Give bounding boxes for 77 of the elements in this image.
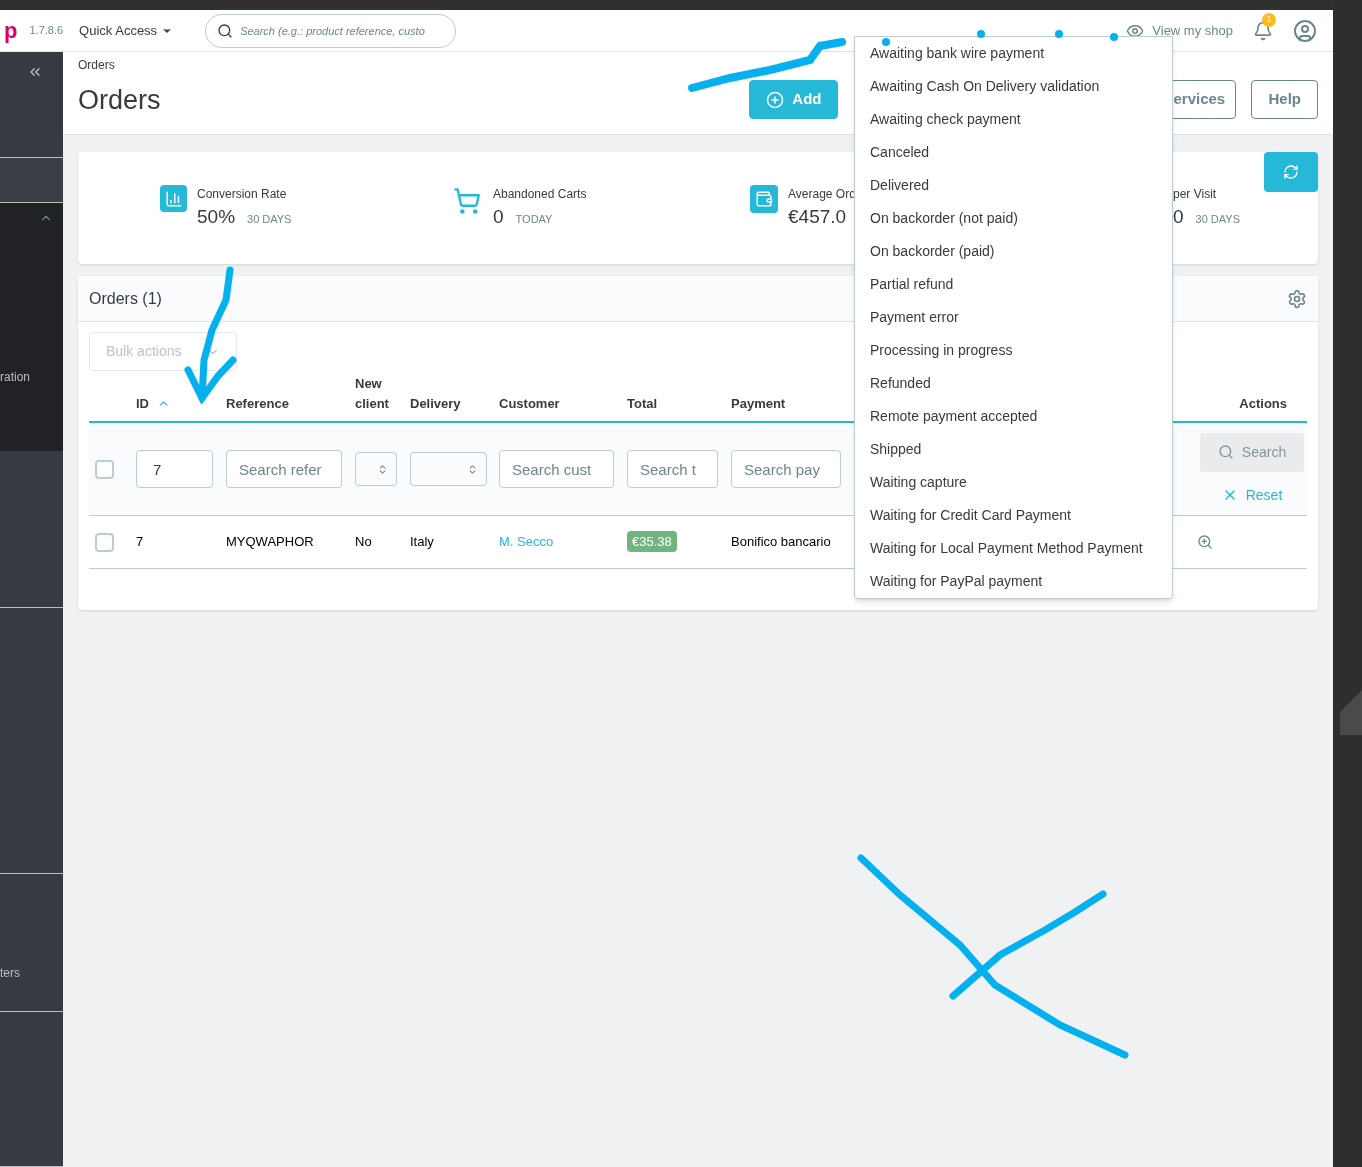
- dropdown-option[interactable]: Payment error: [855, 301, 1172, 334]
- table-cell-text: MYQWAPHOR: [226, 533, 315, 552]
- settings-icon[interactable]: [1287, 288, 1307, 309]
- quick-access-menu[interactable]: Quick Access: [79, 20, 174, 41]
- dropdown-option[interactable]: Canceled: [855, 136, 1172, 169]
- dropdown-option[interactable]: Waiting for Credit Card Payment: [855, 499, 1172, 532]
- sidebar-section[interactable]: [0, 158, 63, 203]
- payment-filter-field[interactable]: Search pay: [731, 450, 841, 488]
- customer-filter-field[interactable]: Search cust: [499, 450, 614, 488]
- search-field[interactable]: Search (e.g.: product reference, custo: [205, 13, 457, 48]
- column-header[interactable]: Total: [627, 393, 731, 413]
- marker-dot: [977, 30, 985, 38]
- refresh-icon: [1283, 164, 1299, 180]
- dropdown-option[interactable]: Waiting for Local Payment Method Payment: [855, 532, 1172, 565]
- table-cell-text: Italy: [410, 533, 435, 552]
- sidebar-item[interactable]: ters: [0, 964, 63, 982]
- kpi-label: per Visit: [1173, 186, 1218, 203]
- zoom-in-icon[interactable]: [1197, 534, 1213, 550]
- refresh-button[interactable]: [1264, 152, 1318, 192]
- reference-filter-field[interactable]: Search refer: [226, 450, 342, 488]
- column-header[interactable]: ID: [136, 393, 226, 413]
- sidebar-item[interactable]: ration: [0, 368, 63, 386]
- kpi-label: Abandoned Carts: [493, 186, 587, 203]
- panel-title: Orders (1): [89, 288, 162, 309]
- dropdown-option[interactable]: Delivered: [855, 169, 1172, 202]
- total-badge: €35.38: [627, 531, 677, 553]
- version-label: 1.7.8.6: [29, 23, 64, 39]
- table-cell-text: No: [355, 533, 373, 552]
- kpi-value: €457.0: [788, 205, 847, 229]
- row-checkbox[interactable]: [95, 532, 114, 552]
- dropdown-option[interactable]: On backorder (not paid): [855, 202, 1172, 235]
- notification-badge: 1: [1262, 12, 1276, 27]
- new-client-select[interactable]: [355, 452, 397, 486]
- total-filter-field[interactable]: Search t: [627, 450, 718, 488]
- user-avatar-icon[interactable]: [1293, 18, 1317, 43]
- kpi-value: 0: [493, 205, 504, 229]
- marker-dot: [1110, 33, 1118, 41]
- dropdown-option[interactable]: Shipped: [855, 433, 1172, 466]
- kpi-period: 30 DAYS: [1195, 212, 1240, 227]
- dropdown-option[interactable]: Waiting for PayPal payment: [855, 565, 1172, 598]
- dropdown-option[interactable]: Partial refund: [855, 268, 1172, 301]
- column-header[interactable]: New client: [355, 374, 410, 413]
- dropdown-option[interactable]: On backorder (paid): [855, 235, 1172, 268]
- up-down-icon: [377, 463, 388, 475]
- column-header[interactable]: Actions: [1175, 393, 1307, 413]
- dropdown-option[interactable]: Processing in progress: [855, 334, 1172, 367]
- marker-dot: [882, 38, 890, 46]
- wallet-icon: [750, 185, 778, 213]
- logo: p: [4, 19, 18, 42]
- dropdown-option[interactable]: Remote payment accepted: [855, 400, 1172, 433]
- kpi-period: TODAY: [515, 212, 553, 227]
- sidebar-section[interactable]: ration: [0, 203, 63, 451]
- marker-dot: [1055, 30, 1063, 38]
- kpi-label: Conversion Rate: [197, 186, 288, 203]
- column-header[interactable]: Delivery: [410, 393, 499, 413]
- dropdown-option[interactable]: Refunded: [855, 367, 1172, 400]
- column-header[interactable]: Customer: [499, 393, 627, 413]
- notifications-icon[interactable]: [1253, 20, 1273, 41]
- search-icon: [1217, 444, 1234, 460]
- search-icon: [217, 22, 234, 39]
- column-header[interactable]: Reference: [226, 393, 355, 413]
- breadcrumb[interactable]: Orders: [78, 56, 161, 74]
- kpi-value: 50%: [197, 205, 236, 229]
- checkbox[interactable]: [95, 459, 114, 479]
- page-title: Orders: [78, 84, 161, 117]
- column-header[interactable]: Payment: [731, 393, 850, 413]
- kpi-period: 30 DAYS: [247, 212, 292, 227]
- bar-chart-icon: [160, 185, 187, 212]
- id-filter-field[interactable]: 7: [136, 450, 213, 488]
- toolbar-button[interactable]: Help: [1251, 80, 1318, 119]
- delivery-select[interactable]: [410, 452, 487, 486]
- dropdown-option[interactable]: Waiting capture: [855, 466, 1172, 499]
- table-cell-text: 7: [136, 533, 145, 552]
- kpi-value: 0: [1173, 205, 1184, 229]
- plus-circle-icon: [766, 90, 785, 109]
- up-down-icon: [467, 463, 478, 475]
- table-cell-text: Bonifico bancario: [731, 533, 832, 552]
